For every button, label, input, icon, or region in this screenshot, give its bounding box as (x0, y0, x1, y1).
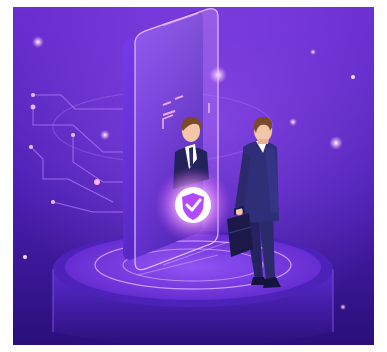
shield-check-icon (155, 167, 231, 243)
illustration (13, 7, 374, 345)
biometric-face-id-illustration (13, 7, 374, 345)
